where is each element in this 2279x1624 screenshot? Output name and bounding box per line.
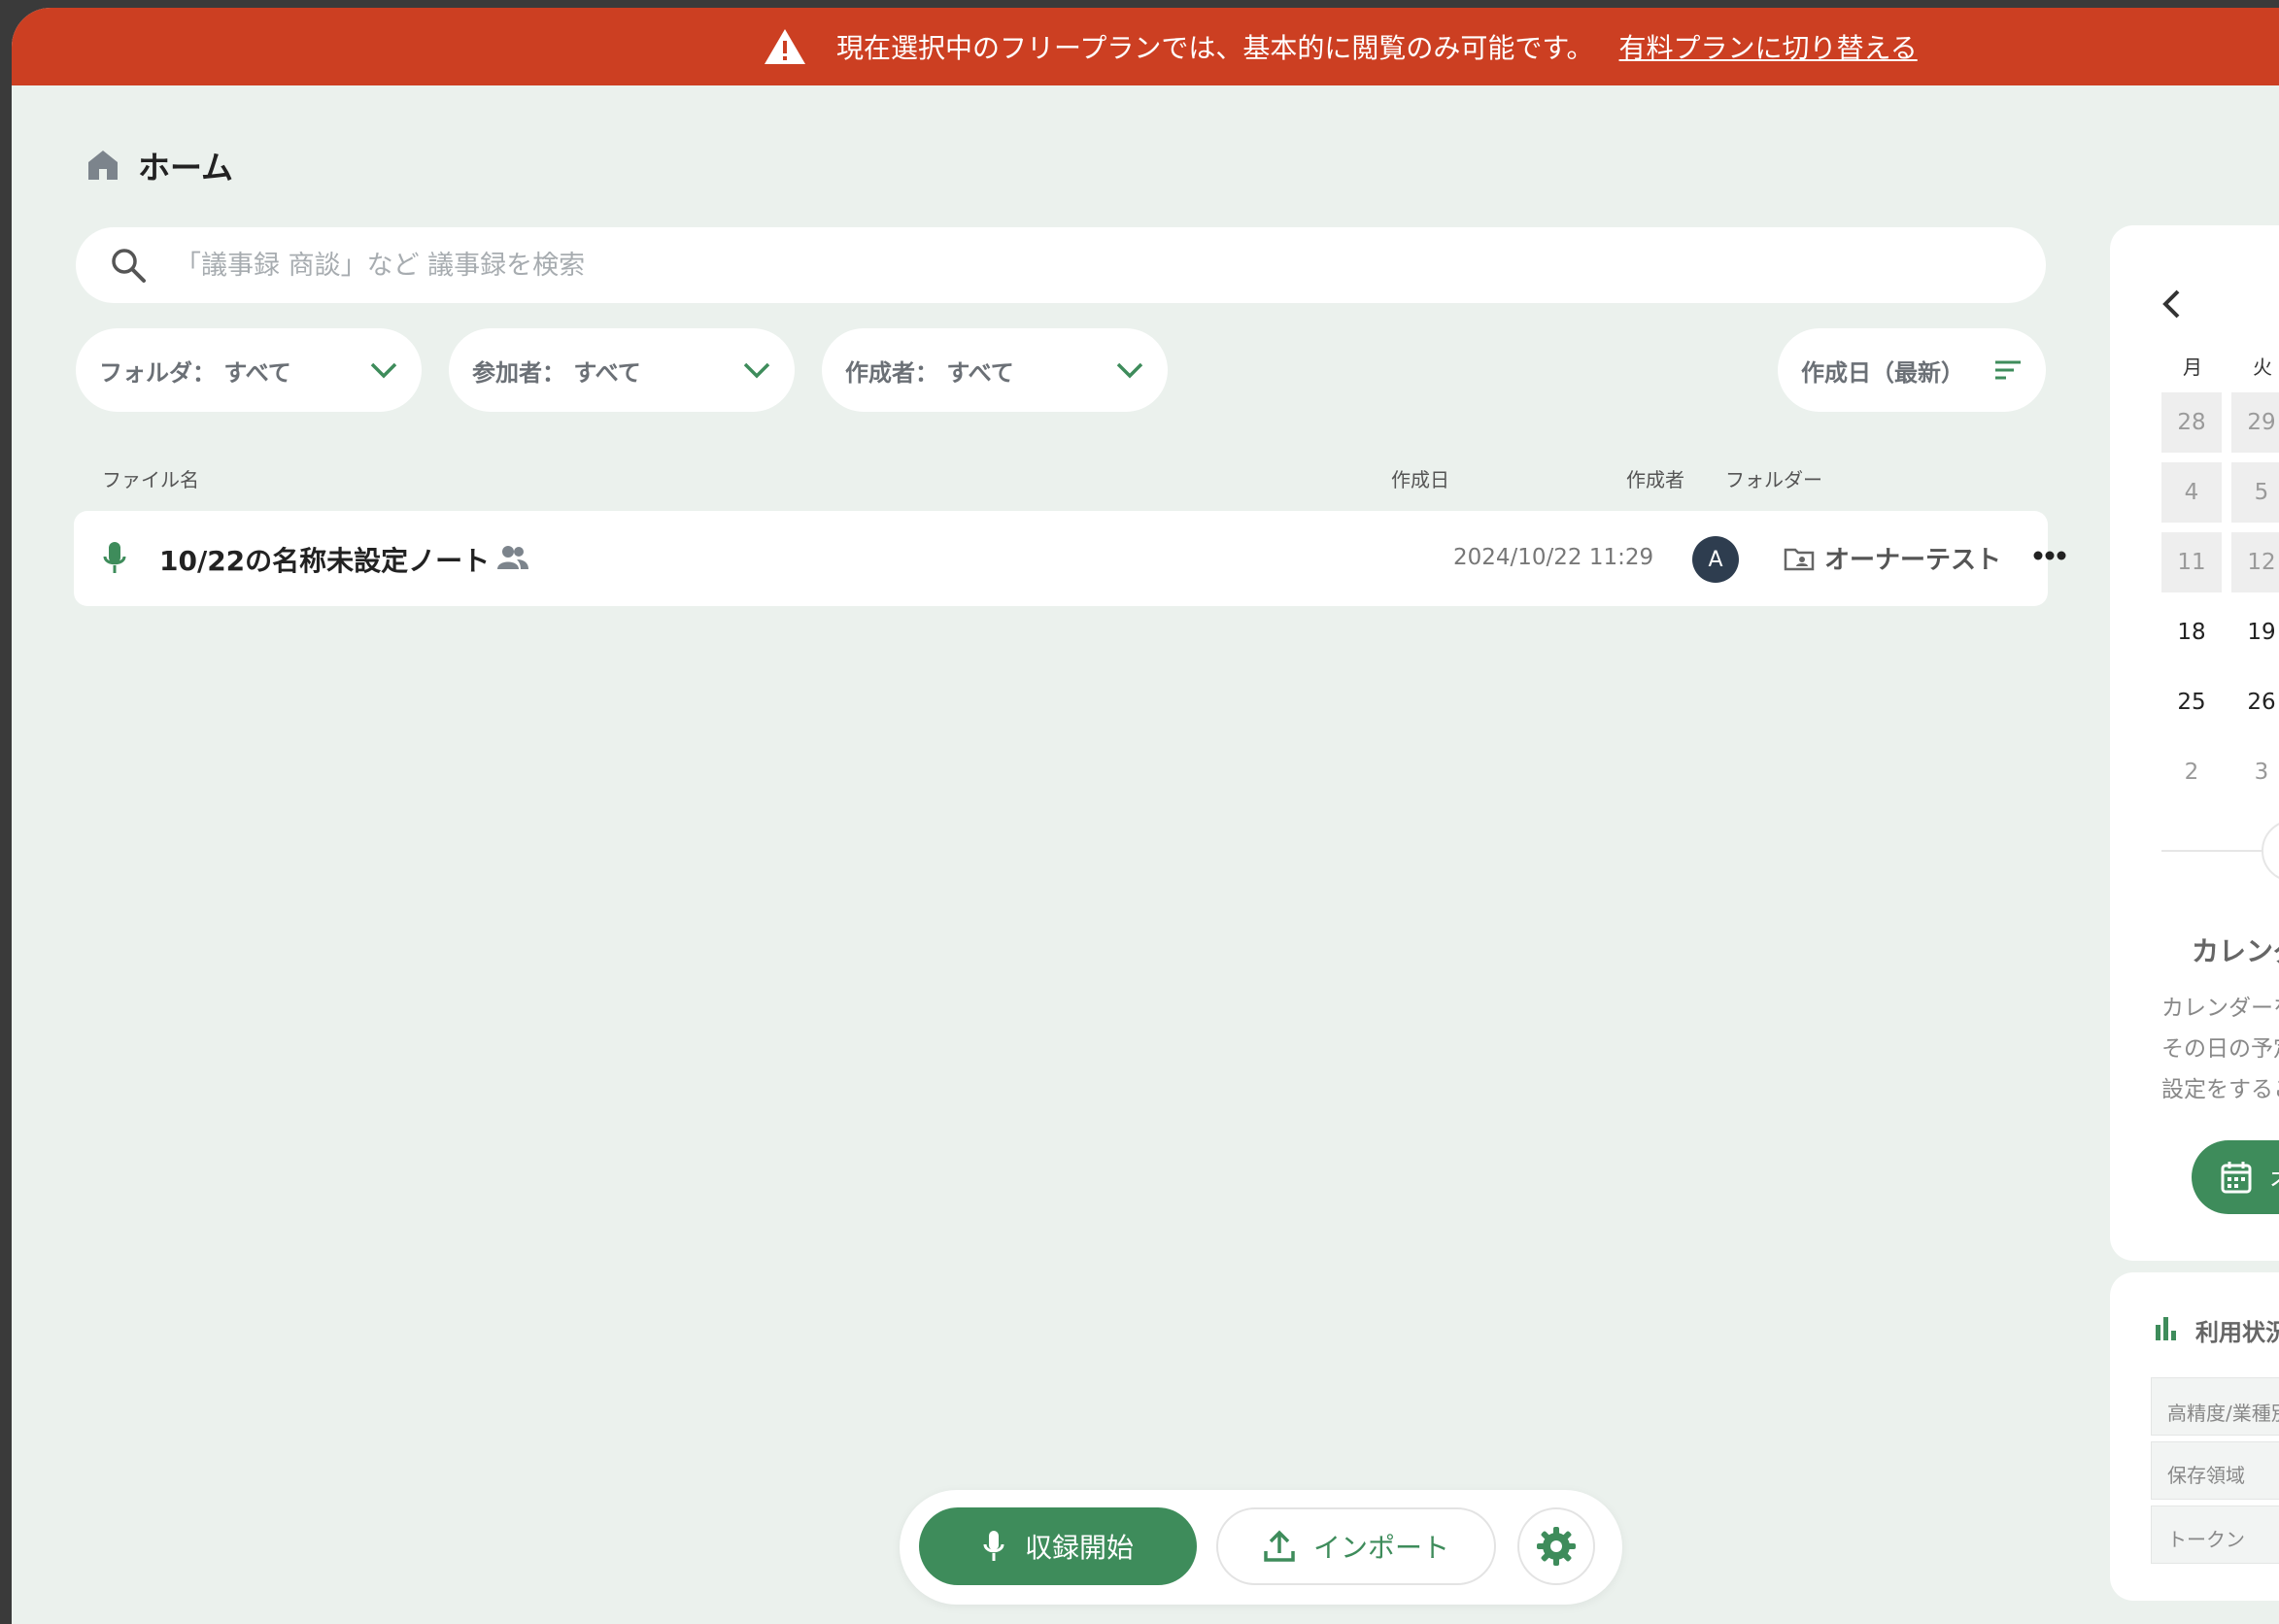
calendar-day[interactable]: 28 [2161, 392, 2222, 453]
microphone-icon [983, 1531, 1004, 1561]
usage-title: 利用状況 [2195, 1319, 2279, 1346]
created-date: 2024/10/22 11:29 [1453, 545, 1654, 570]
participant-filter-label: 参加者： すべて [472, 358, 641, 387]
calendar-day[interactable]: 12 [2231, 532, 2279, 592]
folder-name: オーナーテスト [1824, 546, 2002, 575]
calendar-desc-line: その日の予定 [2161, 1036, 2279, 1062]
calendar-day[interactable]: 3 [2231, 742, 2279, 802]
calendar-icon [2221, 1162, 2252, 1194]
calendar-card: 月 火 28 29 4 5 11 12 18 19 25 26 2 3 カレンダ… [2110, 225, 2279, 1261]
column-header-folder[interactable]: フォルダー [1725, 464, 1822, 492]
usage-row-label: トークン [2167, 1528, 2245, 1551]
usage-card: 利用状況 高精度/業種別 保存領域 トークン [2110, 1272, 2279, 1601]
calendar-day[interactable]: 5 [2231, 462, 2279, 523]
weekday-tue: 火 [2253, 355, 2272, 379]
calendar-day[interactable]: 26 [2231, 672, 2279, 732]
file-name[interactable]: 10/22の名称未設定ノート [159, 540, 490, 579]
calendar-day[interactable]: 19 [2231, 602, 2279, 662]
folder-filter-dropdown[interactable]: フォルダ： すべて [76, 328, 422, 412]
column-header-creator[interactable]: 作成者 [1626, 464, 1684, 492]
calendar-desc-line: カレンダーを [2161, 996, 2279, 1021]
calendar-day[interactable]: 29 [2231, 392, 2279, 453]
calendar-desc-line: 設定をするこ [2161, 1077, 2279, 1102]
sort-icon [1995, 360, 2021, 380]
weekday-mon: 月 [2183, 355, 2202, 379]
participant-filter-dropdown[interactable]: 参加者： すべて [449, 328, 795, 412]
calendar-toggle-button[interactable] [2262, 820, 2279, 882]
action-dock: 収録開始 インポート [900, 1490, 1622, 1605]
calendar-day[interactable]: 25 [2161, 672, 2222, 732]
chevron-down-icon [1116, 362, 1143, 379]
chevron-down-icon [370, 362, 397, 379]
breadcrumb: ホーム [85, 142, 233, 188]
plan-warning-banner: 現在選択中のフリープランでは、基本的に閲覧のみ可能です。 有料プランに切り替える [12, 8, 2279, 85]
bar-chart-icon [2156, 1317, 2176, 1340]
more-options-icon[interactable] [2032, 550, 2067, 561]
folder-icon [1784, 548, 1815, 570]
column-header-filename[interactable]: ファイル名 [102, 464, 199, 492]
start-recording-label: 収録開始 [1024, 1532, 1134, 1564]
upload-icon [1264, 1530, 1295, 1562]
calendar-day[interactable]: 2 [2161, 742, 2222, 802]
folder-cell[interactable]: オーナーテスト [1784, 540, 2001, 576]
shared-users-icon [497, 546, 528, 569]
page-title: ホーム [138, 149, 234, 186]
upgrade-plan-link[interactable]: 有料プランに切り替える [1619, 27, 1918, 66]
import-button[interactable]: インポート [1216, 1507, 1496, 1585]
chevron-left-icon[interactable] [2160, 288, 2182, 321]
sort-dropdown[interactable]: 作成日（最新） [1778, 328, 2046, 412]
banner-message: 現在選択中のフリープランでは、基本的に閲覧のみ可能です。 [836, 32, 1594, 64]
usage-row: 保存領域 [2151, 1441, 2279, 1500]
table-row[interactable]: 10/22の名称未設定ノート 2024/10/22 11:29 A オーナーテス… [74, 511, 2066, 606]
calendar-day[interactable]: 18 [2161, 602, 2222, 662]
calendar-connect-button[interactable]: オ [2192, 1140, 2279, 1214]
chevron-down-icon [743, 362, 770, 379]
usage-row-label: 高精度/業種別 [2167, 1402, 2279, 1425]
home-icon [88, 151, 118, 180]
calendar-heading: カレンダ [2192, 935, 2279, 967]
import-label: インポート [1312, 1532, 1449, 1564]
search-bar[interactable] [76, 227, 2046, 303]
calendar-connect-label: オ [2269, 1160, 2279, 1196]
start-recording-button[interactable]: 収録開始 [919, 1507, 1197, 1585]
avatar: A [1692, 536, 1739, 583]
warning-icon [765, 29, 805, 64]
creator-filter-dropdown[interactable]: 作成者： すべて [822, 328, 1168, 412]
column-header-created[interactable]: 作成日 [1391, 464, 1449, 492]
app-window: 現在選択中のフリープランでは、基本的に閲覧のみ可能です。 有料プランに切り替える… [12, 8, 2279, 1624]
creator-filter-label: 作成者： すべて [845, 358, 1014, 387]
usage-row: 高精度/業種別 [2151, 1377, 2279, 1436]
microphone-icon [103, 542, 126, 573]
settings-button[interactable] [1517, 1507, 1595, 1585]
search-input[interactable] [175, 250, 1923, 281]
gear-icon [1537, 1527, 1576, 1566]
folder-filter-label: フォルダ： すべて [99, 358, 291, 387]
calendar-day[interactable]: 4 [2161, 462, 2222, 523]
calendar-day[interactable]: 11 [2161, 532, 2222, 592]
search-icon [112, 249, 146, 283]
sort-label: 作成日（最新） [1801, 358, 1964, 387]
usage-row: トークン [2151, 1506, 2279, 1564]
usage-row-label: 保存領域 [2167, 1464, 2245, 1487]
